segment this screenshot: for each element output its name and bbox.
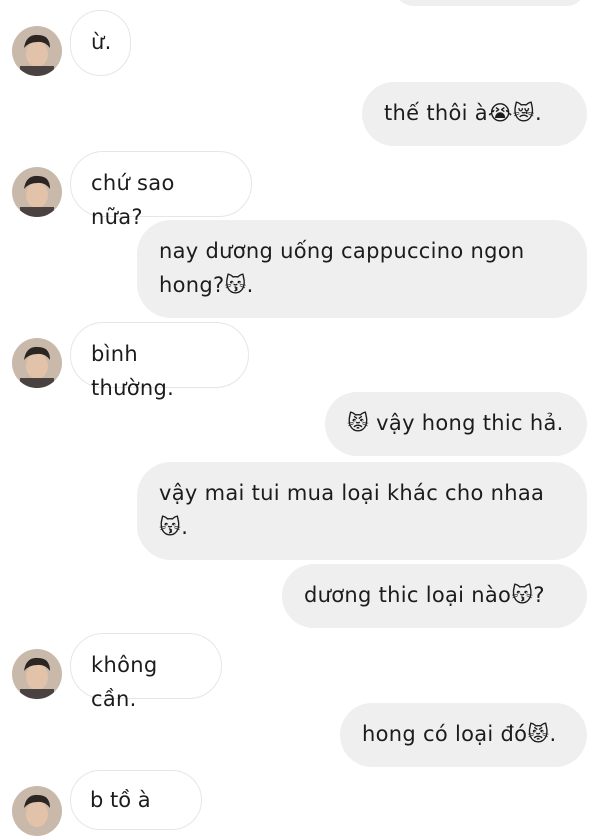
message-text-partial: b tồ à [90, 788, 151, 812]
message-bubble-outgoing[interactable]: 😾 vậy hong thic hả. [325, 392, 587, 456]
message-bubble-incoming[interactable]: ừ. [70, 10, 131, 76]
message-text: thế thôi à😭😿. [384, 101, 542, 125]
message-text: hong có loại đó😾. [362, 722, 557, 746]
message-text-line: hong?😽. [159, 273, 254, 297]
message-text: bình thường. [91, 342, 175, 400]
contact-avatar[interactable] [12, 649, 62, 699]
message-bubble-outgoing-partial [395, 0, 585, 6]
message-text-line: vậy mai tui mua loại khác cho nhaa [159, 481, 545, 505]
message-text-line: nay dương uống cappuccino ngon [159, 239, 525, 263]
message-bubble-incoming[interactable]: bình thường. [70, 322, 249, 400]
contact-avatar[interactable] [12, 338, 62, 388]
message-bubble-outgoing[interactable]: vậy mai tui mua loại khác cho nhaa 😽. [137, 462, 587, 560]
message-bubble-incoming[interactable]: chứ sao nữa? [70, 151, 252, 229]
message-text: ừ. [91, 30, 112, 54]
message-bubble-outgoing[interactable]: hong có loại đó😾. [340, 703, 587, 767]
message-text: không cần. [91, 653, 158, 711]
message-bubble-outgoing[interactable]: dương thic loại nào😽? [282, 564, 587, 628]
contact-avatar[interactable] [12, 26, 62, 76]
message-text: dương thic loại nào😽? [304, 583, 545, 607]
message-bubble-outgoing[interactable]: nay dương uống cappuccino ngon hong?😽. [137, 220, 587, 318]
contact-avatar[interactable] [12, 786, 62, 836]
message-text: 😾 vậy hong thic hả. [347, 411, 564, 435]
message-bubble-outgoing[interactable]: thế thôi à😭😿. [362, 82, 587, 146]
message-bubble-incoming[interactable]: không cần. [70, 633, 222, 711]
message-text-line: 😽. [159, 515, 189, 539]
contact-avatar[interactable] [12, 167, 62, 217]
